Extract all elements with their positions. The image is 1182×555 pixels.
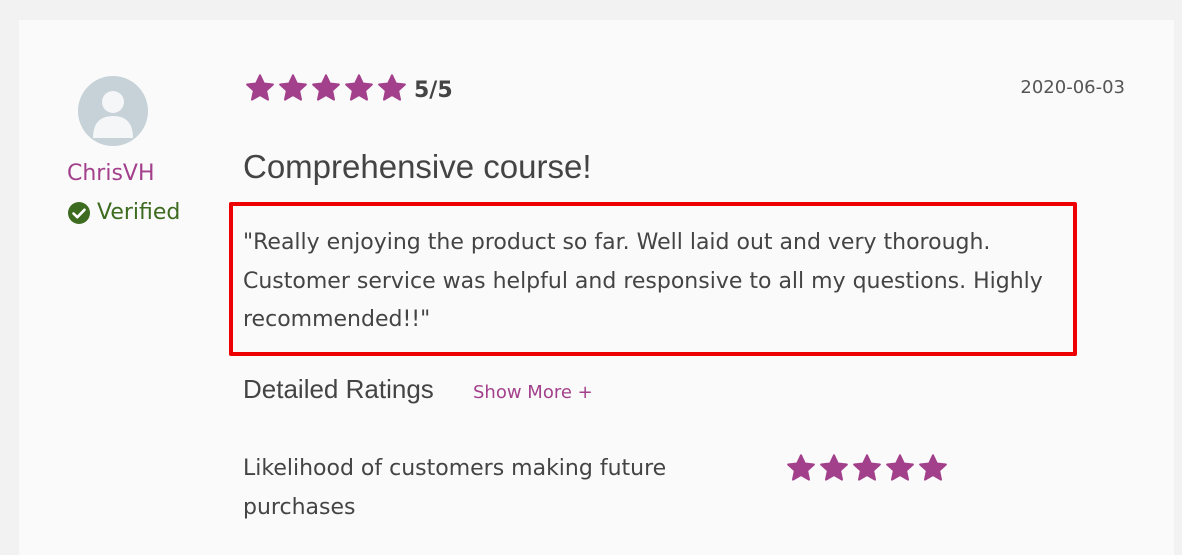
check-circle-icon bbox=[67, 201, 91, 225]
star-icon bbox=[344, 73, 374, 103]
avatar bbox=[78, 76, 148, 146]
star-icon bbox=[311, 73, 341, 103]
star-icon bbox=[278, 73, 308, 103]
star-icon bbox=[885, 453, 915, 483]
star-icon bbox=[819, 453, 849, 483]
rating-score: 5/5 bbox=[414, 77, 453, 103]
star-icon bbox=[786, 453, 816, 483]
star-rating bbox=[245, 73, 410, 107]
star-icon bbox=[377, 73, 407, 103]
review-body: "Really enjoying the product so far. Wel… bbox=[243, 230, 1043, 332]
verified-badge: Verified bbox=[67, 200, 180, 225]
star-icon bbox=[918, 453, 948, 483]
review-title: Comprehensive course! bbox=[243, 148, 592, 185]
detailed-ratings-heading: Detailed Ratings bbox=[243, 374, 434, 404]
overall-rating: 5/5 bbox=[245, 73, 453, 107]
verified-label: Verified bbox=[97, 200, 181, 225]
reviewer-name[interactable]: ChrisVH bbox=[67, 161, 155, 186]
user-silhouette-icon bbox=[93, 91, 133, 138]
rating-item-stars bbox=[786, 453, 951, 483]
review-date: 2020-06-03 bbox=[1020, 77, 1125, 98]
rating-item-label: Likelihood of customers making future pu… bbox=[243, 456, 667, 520]
star-icon bbox=[245, 73, 275, 103]
show-more-link[interactable]: Show More + bbox=[473, 382, 593, 403]
star-icon bbox=[852, 453, 882, 483]
